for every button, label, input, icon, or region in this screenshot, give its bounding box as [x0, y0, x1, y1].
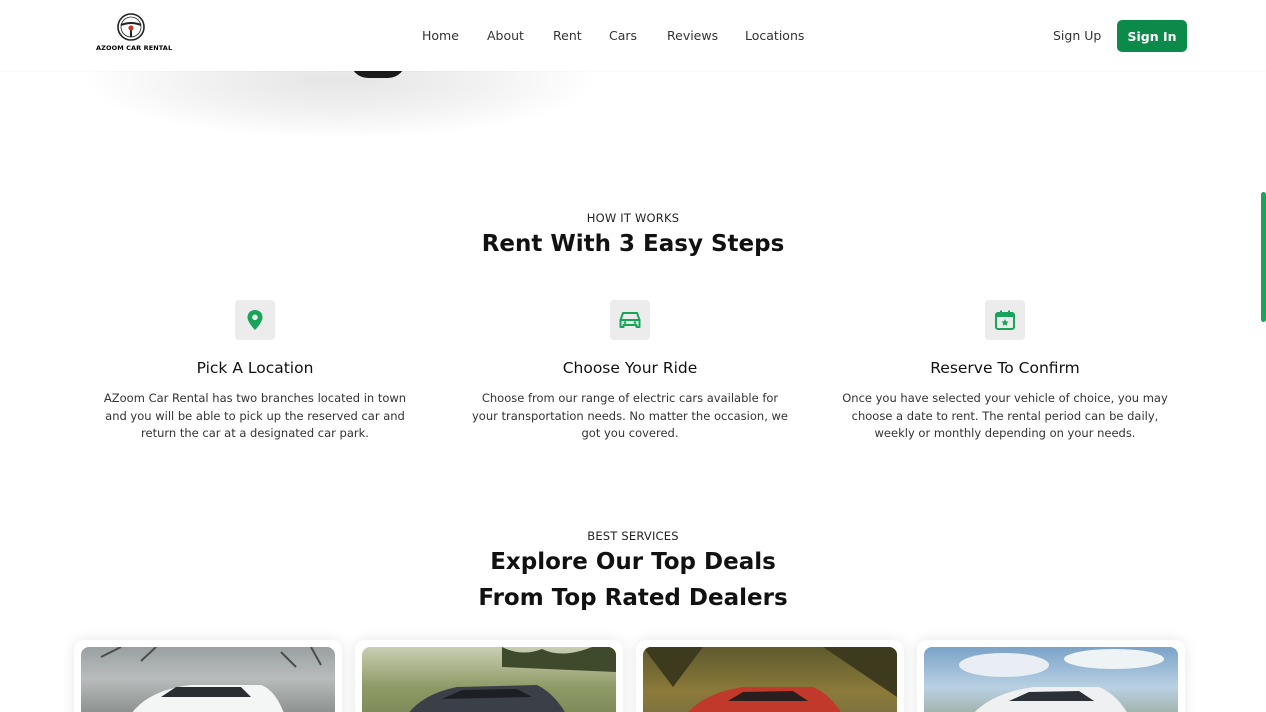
- navbar: AZOOM CAR RENTAL Home About Rent Cars Re…: [0, 0, 1266, 71]
- nav-reviews[interactable]: Reviews: [667, 28, 718, 43]
- nav-cars[interactable]: Cars: [609, 28, 637, 43]
- nav-home[interactable]: Home: [422, 28, 459, 43]
- deal-card[interactable]: [636, 640, 904, 712]
- nav-about[interactable]: About: [487, 28, 524, 43]
- dark-car-photo: [362, 647, 616, 712]
- step-title: Pick A Location: [196, 359, 314, 377]
- nav-locations[interactable]: Locations: [745, 28, 804, 43]
- step-description: AZoom Car Rental has two branches locate…: [103, 391, 407, 440]
- deal-card[interactable]: [74, 640, 342, 712]
- how-it-works-title: Rent With 3 Easy Steps: [481, 231, 785, 257]
- step-pick-location: Pick A Location AZoom Car Rental has two…: [75, 300, 435, 443]
- car-icon: [610, 300, 650, 340]
- red-car-photo: [643, 647, 897, 712]
- step-reserve-confirm: Reserve To Confirm Once you have selecte…: [825, 300, 1185, 443]
- sign-up-link[interactable]: Sign Up: [1053, 28, 1101, 43]
- location-pin-icon: [235, 300, 275, 340]
- step-description: Once you have selected your vehicle of c…: [842, 391, 1168, 440]
- calendar-star-icon: [985, 300, 1025, 340]
- best-services-title-line2: From Top Rated Dealers: [478, 585, 788, 611]
- nav-rent[interactable]: Rent: [553, 28, 582, 43]
- brand-logo[interactable]: AZOOM CAR RENTAL: [96, 12, 173, 56]
- best-services-eyebrow: BEST SERVICES: [587, 529, 679, 543]
- step-title: Choose Your Ride: [562, 359, 698, 377]
- best-services-title-line1: Explore Our Top Deals: [490, 549, 776, 575]
- sign-in-button[interactable]: Sign In: [1117, 20, 1187, 52]
- step-choose-ride: Choose Your Ride Choose from our range o…: [450, 300, 810, 443]
- deal-card[interactable]: [355, 640, 623, 712]
- step-description: Choose from our range of electric cars a…: [471, 391, 788, 440]
- steering-wheel-icon: [117, 13, 145, 41]
- deal-card[interactable]: [917, 640, 1185, 712]
- how-it-works-eyebrow: HOW IT WORKS: [586, 211, 680, 225]
- white-sports-car-photo: [924, 647, 1178, 712]
- brand-name: AZOOM CAR RENTAL: [96, 44, 173, 52]
- step-title: Reserve To Confirm: [930, 359, 1080, 377]
- white-car-photo: [81, 647, 335, 712]
